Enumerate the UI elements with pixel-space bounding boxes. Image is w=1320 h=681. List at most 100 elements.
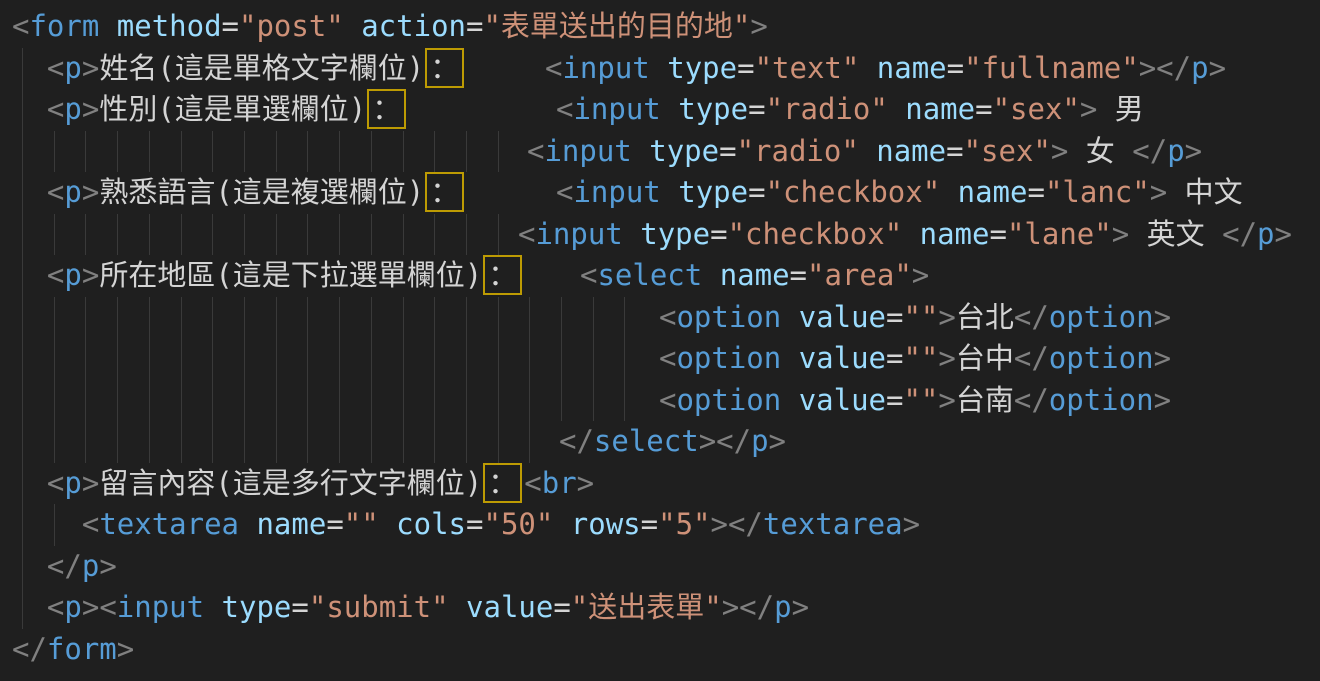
indent-guide	[85, 338, 86, 380]
token-punctuation: </	[47, 549, 82, 583]
token-attribute-name: name	[239, 507, 326, 541]
token-punctuation: >	[82, 175, 99, 209]
code-line-4: <input type="radio" name="sex"> 女 </p>	[0, 131, 1320, 173]
token-text: 留言內容(這是多行文字欄位)	[99, 466, 482, 500]
token-equals: =	[326, 507, 343, 541]
indent-guide	[529, 338, 530, 380]
indent-guide	[434, 297, 435, 339]
token-string: "lanc"	[1045, 175, 1150, 209]
token-punctuation: >	[938, 383, 955, 417]
token-tag-name: option	[676, 383, 781, 417]
code-line-continuation: <option value="">台中</option>	[659, 338, 1171, 380]
token-string: "radio"	[766, 92, 888, 126]
token-tag-name: select	[597, 258, 702, 292]
token-string: "area"	[807, 258, 912, 292]
indent-guide	[276, 338, 277, 380]
indent-guide	[434, 338, 435, 380]
indent-guide	[244, 214, 245, 256]
token-attribute-name: action	[344, 9, 466, 43]
token-tag-name: input	[535, 217, 622, 251]
token-attribute-name: value	[781, 383, 886, 417]
token-punctuation: <	[545, 51, 562, 85]
indent-guide	[466, 421, 467, 463]
token-punctuation: >	[1154, 341, 1171, 375]
code-line-13: <textarea name="" cols="50" rows="5"></t…	[0, 504, 1320, 546]
token-punctuation: >	[1209, 51, 1226, 85]
token-tag-name: p	[64, 590, 81, 624]
indent-guide	[244, 421, 245, 463]
indent-guide	[403, 214, 404, 256]
token-punctuation: >	[82, 51, 99, 85]
token-punctuation: <	[47, 51, 64, 85]
token-punctuation: <	[47, 466, 64, 500]
token-punctuation: >	[769, 424, 786, 458]
token-string: "checkbox"	[766, 175, 941, 209]
indent-guide	[85, 421, 86, 463]
indent-guide	[117, 297, 118, 339]
token-attribute-name: name	[702, 258, 789, 292]
indent-guide	[212, 338, 213, 380]
indent-guide	[212, 131, 213, 173]
indent-guide	[54, 380, 55, 422]
token-tag-name: p	[64, 258, 81, 292]
unicode-highlight-box: ：	[483, 255, 522, 295]
indent-guide	[307, 380, 308, 422]
indent-guide	[22, 48, 23, 90]
token-tag-name: option	[676, 341, 781, 375]
token-punctuation: >	[938, 341, 955, 375]
token-punctuation: ></	[1139, 51, 1191, 85]
token-attribute-name: name	[940, 175, 1027, 209]
code-line-10: <option value="">台南</option>	[0, 380, 1320, 422]
token-attribute-name: value	[781, 341, 886, 375]
token-tag-name: input	[562, 51, 649, 85]
token-string: "送出表單"	[571, 590, 722, 624]
indent-guide	[339, 338, 340, 380]
token-punctuation: >	[792, 590, 809, 624]
code-editor[interactable]: <form method="post" action="表單送出的目的地"> <…	[0, 0, 1320, 681]
indent-guide	[498, 214, 499, 256]
indent-guide	[466, 338, 467, 380]
token-tag-name: option	[1049, 341, 1154, 375]
indent-guide	[212, 380, 213, 422]
token-punctuation: >	[903, 507, 920, 541]
token-tag-name: p	[1191, 51, 1208, 85]
token-text: 台北	[956, 300, 1014, 334]
token-tag-name: p	[774, 590, 791, 624]
token-punctuation: >	[1185, 134, 1202, 168]
token-punctuation: >	[1112, 217, 1129, 251]
indent-guide	[54, 297, 55, 339]
indent-guide	[403, 421, 404, 463]
token-attribute-name: type	[204, 590, 291, 624]
indent-guide	[466, 131, 467, 173]
token-whitespace	[12, 258, 47, 292]
token-punctuation: <	[527, 134, 544, 168]
indent-guide	[117, 338, 118, 380]
token-punctuation: </	[1132, 134, 1167, 168]
token-tag-name: br	[542, 466, 577, 500]
token-punctuation: <	[659, 341, 676, 375]
indent-guide	[212, 214, 213, 256]
indent-guide	[22, 89, 23, 131]
indent-guide	[434, 131, 435, 173]
token-string: "checkbox"	[728, 217, 903, 251]
token-punctuation: <	[47, 258, 64, 292]
code-line-15: <p><input type="submit" value="送出表單"></p…	[0, 587, 1320, 629]
token-tag-name: form	[29, 9, 99, 43]
code-line-1: <form method="post" action="表單送出的目的地">	[0, 6, 1320, 48]
indent-guide	[339, 131, 340, 173]
code-line-5: <p>熟悉語言(這是複選欄位)：<input type="checkbox" n…	[0, 172, 1320, 214]
indent-guide	[22, 463, 23, 505]
indent-guide	[403, 338, 404, 380]
indent-guide	[54, 214, 55, 256]
token-punctuation: <	[12, 9, 29, 43]
indent-guide	[624, 297, 625, 339]
indent-guide	[434, 214, 435, 256]
indent-guide	[403, 131, 404, 173]
indent-guide	[276, 421, 277, 463]
token-punctuation: </	[1014, 341, 1049, 375]
token-string: "sex"	[964, 134, 1051, 168]
token-whitespace	[12, 92, 47, 126]
indent-guide	[85, 214, 86, 256]
indent-guide	[22, 172, 23, 214]
token-tag-name: textarea	[99, 507, 239, 541]
